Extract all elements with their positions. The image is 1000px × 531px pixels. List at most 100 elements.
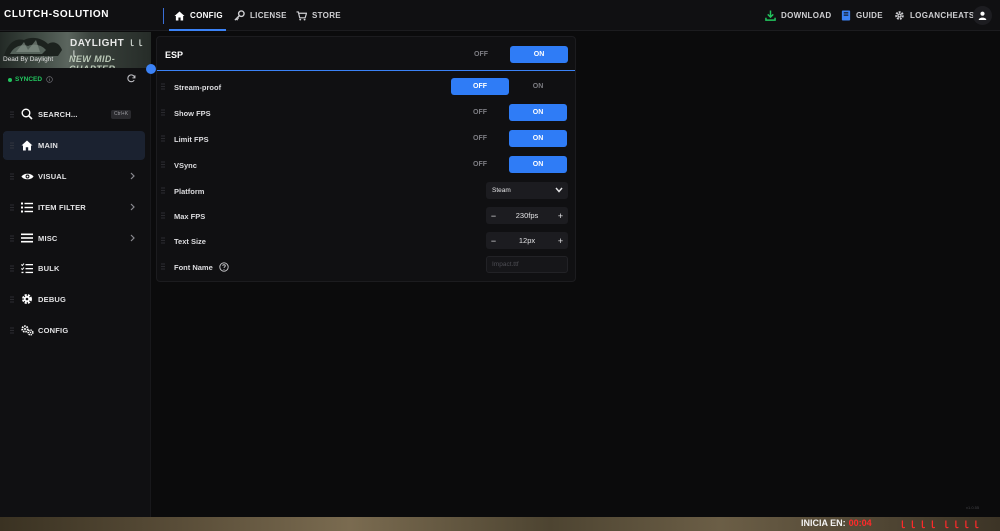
stream-proof-toggle: OFF ON: [451, 78, 567, 95]
setting-row-show-fps: Show FPS OFF ON: [157, 100, 575, 125]
vsync-on[interactable]: ON: [509, 156, 567, 173]
refresh-icon[interactable]: [127, 74, 136, 83]
game-footer-strip: INICIA EN: 00:04 ｌｌｌｌ ｌｌｌｌ: [0, 517, 1000, 531]
setting-label: Platform: [174, 187, 205, 196]
drag-handle-icon[interactable]: [161, 109, 165, 116]
drag-handle-icon[interactable]: [10, 296, 14, 303]
limit-fps-off[interactable]: OFF: [451, 130, 509, 147]
sidebar-item-item-filter[interactable]: ITEM FILTER: [3, 193, 145, 222]
sidebar-item-config[interactable]: CONFIG: [3, 316, 145, 345]
sidebar-item-bulk[interactable]: BULK: [3, 254, 145, 283]
stream-proof-off[interactable]: OFF: [451, 78, 509, 95]
user-icon: [978, 11, 987, 20]
nav-config-label: CONFIG: [190, 11, 223, 20]
sidebar-item-misc[interactable]: MISC: [3, 224, 145, 253]
banner-chapter: NEW MID-CHAPTER: [69, 54, 116, 68]
vsync-off[interactable]: OFF: [451, 156, 509, 173]
nav-download[interactable]: DOWNLOAD: [765, 0, 831, 31]
help-icon[interactable]: [219, 262, 229, 272]
stream-proof-on[interactable]: ON: [509, 78, 567, 95]
nav-license-label: LICENSE: [250, 11, 287, 20]
nav-config[interactable]: CONFIG: [174, 0, 223, 31]
drag-handle-icon[interactable]: [161, 212, 165, 219]
sidebar: DAYLIGHT ｌｌｌ Dead By Daylight NEW MID-CH…: [0, 32, 156, 517]
drag-handle-icon[interactable]: [10, 235, 14, 242]
drag-handle-icon[interactable]: [10, 327, 14, 334]
sync-status: SYNCED: [8, 76, 53, 83]
drag-handle-icon[interactable]: [10, 173, 14, 180]
sidebar-item-label: CONFIG: [38, 326, 69, 335]
drag-handle-icon[interactable]: [10, 142, 14, 149]
brand-divider: [163, 8, 164, 24]
drag-handle-icon[interactable]: [161, 83, 165, 90]
countdown-tally-marks: ｌｌｌｌ ｌｌｌｌ: [898, 520, 982, 530]
show-fps-off[interactable]: OFF: [451, 104, 509, 121]
search-shortcut-badge: Ctrl+K: [111, 110, 132, 119]
drag-handle-icon[interactable]: [161, 187, 165, 194]
text-size-decrement-button[interactable]: −: [486, 232, 501, 249]
info-icon[interactable]: [46, 76, 53, 83]
show-fps-on[interactable]: ON: [509, 104, 567, 121]
text-size-increment-button[interactable]: +: [553, 232, 568, 249]
game-banner[interactable]: DAYLIGHT ｌｌｌ Dead By Daylight NEW MID-CH…: [0, 32, 151, 68]
book-icon: [841, 10, 851, 21]
home-icon: [174, 10, 185, 21]
setting-row-max-fps: Max FPS − 230fps +: [157, 203, 575, 228]
key-icon: [234, 10, 245, 21]
max-fps-value[interactable]: 230fps: [501, 211, 553, 220]
nav-guide[interactable]: GUIDE: [841, 0, 883, 31]
chevron-right-icon: [130, 203, 135, 211]
sidebar-item-label: DEBUG: [38, 295, 67, 304]
text-size-stepper: − 12px +: [486, 232, 568, 249]
max-fps-increment-button[interactable]: +: [553, 207, 568, 224]
sync-status-label: SYNCED: [15, 76, 43, 83]
banner-subtitle: Dead By Daylight: [3, 56, 54, 63]
esp-toggle-off[interactable]: OFF: [452, 46, 510, 63]
nav-store[interactable]: STORE: [296, 0, 341, 31]
sidebar-item-debug[interactable]: DEBUG: [3, 285, 145, 314]
font-name-input[interactable]: [486, 256, 568, 273]
nav-store-label: STORE: [312, 11, 341, 20]
cogs-icon: [20, 323, 34, 337]
drag-handle-icon[interactable]: [10, 111, 14, 118]
nav-user-settings[interactable]: LOGANCHEATS: [894, 0, 974, 31]
checklist-icon: [20, 261, 34, 275]
download-icon: [765, 10, 776, 21]
drag-handle-icon[interactable]: [10, 204, 14, 211]
status-dot: [8, 77, 12, 82]
drag-handle-icon[interactable]: [161, 237, 165, 244]
setting-row-limit-fps: Limit FPS OFF ON: [157, 126, 575, 151]
nav-license[interactable]: LICENSE: [234, 0, 287, 31]
notification-badge[interactable]: [146, 64, 156, 74]
chevron-right-icon: [130, 234, 135, 242]
setting-row-text-size: Text Size − 12px +: [157, 228, 575, 253]
platform-select[interactable]: Steam: [486, 182, 568, 199]
text-size-value[interactable]: 12px: [501, 236, 553, 245]
drag-handle-icon[interactable]: [161, 135, 165, 142]
eye-icon: [20, 169, 34, 183]
nav-active-underline: [169, 29, 226, 31]
drag-handle-icon[interactable]: [161, 263, 165, 270]
setting-row-font-name: Font Name: [157, 254, 575, 279]
nav-download-label: DOWNLOAD: [781, 11, 832, 20]
vsync-toggle: OFF ON: [451, 156, 567, 173]
sidebar-search-label: SEARCH...: [38, 110, 78, 119]
chevron-down-icon: [555, 187, 563, 193]
home-icon: [20, 138, 34, 152]
esp-toggle-on[interactable]: ON: [510, 46, 568, 63]
platform-select-value: Steam: [492, 187, 511, 194]
sidebar-item-main[interactable]: MAIN: [3, 131, 145, 160]
limit-fps-on[interactable]: ON: [509, 130, 567, 147]
sidebar-item-visual[interactable]: VISUAL: [3, 162, 145, 191]
nav-guide-label: GUIDE: [856, 11, 883, 20]
sidebar-item-label: BULK: [38, 264, 60, 273]
max-fps-stepper: − 230fps +: [486, 207, 568, 224]
drag-handle-icon[interactable]: [10, 265, 14, 272]
avatar[interactable]: [973, 6, 992, 25]
drag-handle-icon[interactable]: [161, 161, 165, 168]
cart-icon: [296, 10, 307, 21]
sidebar-item-label: ITEM FILTER: [38, 203, 86, 212]
esp-panel: ESP OFF ON Stream-proof OFF ON Show FPS …: [156, 36, 576, 282]
max-fps-decrement-button[interactable]: −: [486, 207, 501, 224]
esp-master-toggle: OFF ON: [452, 46, 568, 63]
